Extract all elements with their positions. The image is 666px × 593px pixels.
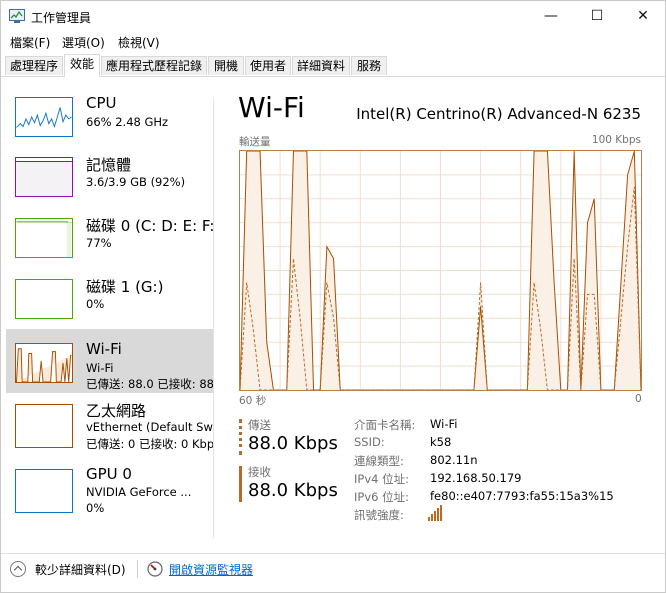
menu-options[interactable]: 選項(O) bbox=[62, 34, 105, 51]
prop-connection-type-value: 802.11n bbox=[430, 453, 478, 467]
prop-signal-label: 訊號強度: bbox=[354, 508, 404, 522]
resource-ethernet[interactable]: 乙太網路 vEthernet (Default Swit 已傳送: 0 已接收:… bbox=[6, 394, 214, 458]
send-label: 傳送 bbox=[248, 418, 271, 432]
prop-ipv6-value: fe80::e407:7793:fa55:15a3%15 bbox=[430, 489, 614, 503]
prop-ssid-value: k58 bbox=[430, 435, 452, 449]
tab-processes[interactable]: 處理程序 bbox=[5, 56, 63, 75]
tab-app-history[interactable]: 應用程式歷程記錄 bbox=[101, 56, 207, 75]
resource-detail: NVIDIA GeForce ... bbox=[86, 485, 192, 499]
resource-name: 磁碟 1 (G:) bbox=[86, 278, 164, 296]
prop-ipv6-label: IPv6 位址: bbox=[354, 490, 409, 504]
tab-users[interactable]: 使用者 bbox=[245, 56, 291, 75]
title-bar: 工作管理員 — ☐ ✕ bbox=[1, 1, 665, 31]
resource-name: Wi-Fi bbox=[86, 340, 122, 358]
fewer-details-link[interactable]: 較少詳細資料(D) bbox=[35, 561, 126, 578]
menu-view[interactable]: 檢視(V) bbox=[118, 34, 160, 51]
x-right-label: 0 bbox=[635, 393, 642, 405]
receive-value: 88.0 Kbps bbox=[248, 480, 338, 501]
send-indicator bbox=[239, 419, 242, 455]
resource-detail: 3.6/3.9 GB (92%) bbox=[86, 175, 186, 189]
ethernet-thumbnail-graph bbox=[15, 404, 73, 448]
task-manager-icon bbox=[9, 9, 25, 23]
maximize-button[interactable]: ☐ bbox=[574, 1, 620, 31]
resource-detail: vEthernet (Default Swit bbox=[86, 420, 214, 434]
chevron-up-icon[interactable] bbox=[10, 561, 26, 577]
resource-detail: 0% bbox=[86, 297, 105, 311]
gpu-thumbnail-graph bbox=[15, 469, 73, 513]
resource-detail-2: 已傳送: 0 已接收: 0 Kbp bbox=[86, 437, 214, 451]
resource-cpu[interactable]: CPU 66% 2.48 GHz bbox=[6, 83, 214, 147]
menu-bar: 檔案(F) 選項(O) 檢視(V) bbox=[1, 33, 665, 51]
disk1-thumbnail-graph bbox=[15, 279, 73, 319]
wifi-thumbnail-graph bbox=[15, 343, 73, 383]
prop-adapter-name-label: 介面卡名稱: bbox=[354, 418, 416, 432]
resource-memory[interactable]: 記憶體 3.6/3.9 GB (92%) bbox=[6, 143, 214, 207]
throughput-graph bbox=[239, 150, 642, 391]
resource-detail: Wi-Fi bbox=[86, 361, 114, 375]
disk0-thumbnail-graph bbox=[15, 218, 73, 258]
y-axis-label: 輸送量 bbox=[239, 136, 271, 148]
resource-name: 磁碟 0 (C: D: E: F:) bbox=[86, 217, 214, 235]
prop-adapter-name-value: Wi-Fi bbox=[430, 417, 458, 431]
footer: 較少詳細資料(D) 開啟資源監視器 bbox=[1, 553, 665, 584]
tab-performance[interactable]: 效能 bbox=[64, 54, 100, 77]
resource-name: 記憶體 bbox=[86, 156, 132, 174]
prop-ipv4-label: IPv4 位址: bbox=[354, 472, 409, 486]
resource-wifi[interactable]: Wi-Fi Wi-Fi 已傳送: 88.0 已接收: 88 bbox=[6, 329, 214, 393]
receive-label: 接收 bbox=[248, 465, 271, 479]
resource-detail-2: 0% bbox=[86, 501, 105, 515]
minimize-button[interactable]: — bbox=[528, 1, 574, 31]
resource-detail-2: 已傳送: 88.0 已接收: 88 bbox=[86, 377, 214, 391]
resource-name: GPU 0 bbox=[86, 465, 132, 483]
resource-disk-1[interactable]: 磁碟 1 (G:) 0% bbox=[6, 265, 214, 329]
resource-list: CPU 66% 2.48 GHz 記憶體 3.6/3.9 GB (92%) 磁碟… bbox=[6, 83, 214, 538]
prop-ipv4-value: 192.168.50.179 bbox=[430, 471, 522, 485]
close-button[interactable]: ✕ bbox=[620, 1, 666, 31]
menu-file[interactable]: 檔案(F) bbox=[10, 34, 50, 51]
prop-connection-type-label: 連線類型: bbox=[354, 454, 404, 468]
resource-detail: 77% bbox=[86, 236, 112, 250]
signal-strength-icon bbox=[428, 505, 442, 521]
resource-disk-0[interactable]: 磁碟 0 (C: D: E: F:) 77% bbox=[6, 204, 214, 268]
y-max-label: 100 Kbps bbox=[591, 134, 641, 146]
tab-services[interactable]: 服務 bbox=[351, 56, 387, 75]
window-title: 工作管理員 bbox=[31, 11, 92, 25]
tab-startup[interactable]: 開機 bbox=[208, 56, 244, 75]
receive-indicator bbox=[239, 466, 242, 502]
resource-gpu[interactable]: GPU 0 NVIDIA GeForce ... 0% bbox=[6, 459, 214, 523]
tab-details[interactable]: 詳細資料 bbox=[292, 56, 350, 75]
resource-detail: 66% 2.48 GHz bbox=[86, 115, 169, 129]
resource-name: 乙太網路 bbox=[86, 402, 147, 420]
resource-name: CPU bbox=[86, 94, 117, 112]
prop-ssid-label: SSID: bbox=[354, 435, 385, 449]
task-manager-window: 工作管理員 — ☐ ✕ 檔案(F) 選項(O) 檢視(V) 處理程序 效能 應用… bbox=[0, 0, 666, 593]
memory-thumbnail-graph bbox=[15, 157, 73, 197]
x-left-label: 60 秒 bbox=[239, 395, 267, 407]
page-title: Wi-Fi bbox=[238, 91, 305, 124]
cpu-thumbnail-graph bbox=[15, 97, 73, 137]
adapter-name: Intel(R) Centrino(R) Advanced-N 6235 bbox=[356, 105, 641, 123]
sidebar-divider bbox=[213, 98, 214, 538]
open-resource-monitor-link[interactable]: 開啟資源監視器 bbox=[169, 561, 253, 578]
footer-divider bbox=[137, 560, 138, 578]
tab-bar: 處理程序 效能 應用程式歷程記錄 開機 使用者 詳細資料 服務 bbox=[1, 54, 665, 77]
send-value: 88.0 Kbps bbox=[248, 433, 338, 454]
resource-monitor-icon[interactable] bbox=[147, 561, 163, 577]
